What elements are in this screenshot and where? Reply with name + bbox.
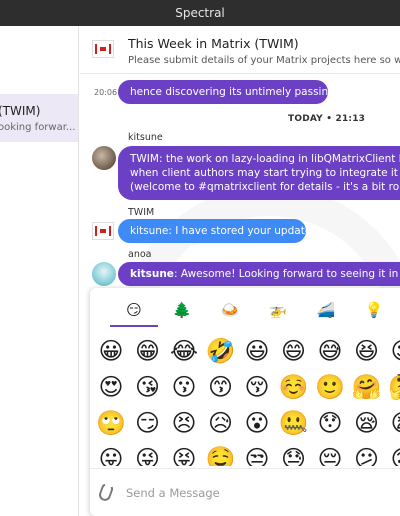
emoji-button[interactable]: 😁 <box>131 334 165 368</box>
helicopter-icon[interactable]: 🚁 <box>264 298 292 322</box>
train-icon[interactable]: 🚄 <box>312 298 340 322</box>
emoji-button[interactable]: 😉 <box>386 334 400 368</box>
message-text: : Awesome! Looking forward to seeing it … <box>173 268 400 280</box>
emoji-button[interactable]: 😀 <box>94 334 128 368</box>
emoji-button[interactable]: 🙂 <box>313 370 347 404</box>
message-bubble[interactable]: TWIM: the work on lazy-loading in libQMa… <box>118 146 400 200</box>
sender-name[interactable]: kitsune <box>128 132 163 143</box>
message-input[interactable] <box>126 483 396 503</box>
emoji-button[interactable]: 😜 <box>131 442 165 466</box>
emoji-button[interactable]: 😪 <box>350 406 384 440</box>
emoji-button[interactable]: 😄 <box>277 334 311 368</box>
avatar[interactable] <box>92 262 116 286</box>
emoji-button[interactable]: 😓 <box>277 442 311 466</box>
sender-name[interactable]: TWIM <box>128 207 154 218</box>
smiling-face-icon[interactable]: 😏 <box>120 298 148 322</box>
room-preview: ooking forwar... <box>0 122 76 133</box>
emoji-button[interactable]: 🤤 <box>204 442 238 466</box>
emoji-button[interactable]: 😥 <box>204 406 238 440</box>
day-divider: TODAY • 21:13 <box>288 114 366 124</box>
emoji-button[interactable]: 😛 <box>94 442 128 466</box>
message-bubble[interactable]: kitsune: Awesome! Looking forward to see… <box>118 262 400 286</box>
emoji-button[interactable]: 😏 <box>131 406 165 440</box>
paperclip-icon[interactable] <box>97 481 115 503</box>
emoji-picker: 😏🌲🍛🚁🚄💡 😀😁😂🤣😃😄😅😆😉😍😘😗😙😚☺️🙂🤗🤔🙄😏😣😥😮🤐😯😪😫😛😜😝🤤😒… <box>90 288 400 516</box>
message-line: (welcome to #qmatrixclient for details -… <box>130 181 400 193</box>
emoji-button[interactable]: 😔 <box>313 442 347 466</box>
emoji-button[interactable]: 😍 <box>94 370 128 404</box>
room-topic: Please submit details of your Matrix pro… <box>128 55 400 66</box>
evergreen-tree-icon[interactable]: 🌲 <box>168 298 196 322</box>
emoji-button[interactable]: 😕 <box>350 442 384 466</box>
message-bubble[interactable]: kitsune: I have stored your update. <box>118 219 306 243</box>
light-bulb-icon[interactable]: 💡 <box>360 298 388 322</box>
emoji-button[interactable]: 😅 <box>313 334 347 368</box>
emoji-button[interactable]: 🤗 <box>350 370 384 404</box>
emoji-button[interactable]: 😚 <box>240 370 274 404</box>
message-composer <box>90 468 400 516</box>
user-mention[interactable]: kitsune <box>130 268 174 280</box>
emoji-button[interactable]: 😯 <box>313 406 347 440</box>
emoji-button[interactable]: 🤣 <box>204 334 238 368</box>
room-header: This Week in Matrix (TWIM) Please submit… <box>80 26 400 74</box>
active-category-indicator <box>110 325 158 327</box>
emoji-grid: 😀😁😂🤣😃😄😅😆😉 😍😘😗😙😚☺️🙂🤗🤔 🙄😏😣😥😮🤐😯😪😫 😛😜😝🤤😒😓😔😕🙃 <box>90 334 400 466</box>
emoji-button[interactable]: 😃 <box>240 334 274 368</box>
room-title: This Week in Matrix (TWIM) <box>128 36 299 51</box>
emoji-button[interactable]: 😆 <box>350 334 384 368</box>
window-title: Spectral <box>0 0 400 26</box>
emoji-button[interactable]: 😝 <box>167 442 201 466</box>
avatar[interactable] <box>92 146 116 170</box>
room-view: This Week in Matrix (TWIM) Please submit… <box>80 26 400 516</box>
emoji-category-tabs: 😏 🌲 🍛 🚁 🚄 💡 <box>90 288 400 330</box>
message-line: when client authors may start trying to … <box>130 167 400 179</box>
emoji-button[interactable]: 😒 <box>240 442 274 466</box>
message-line: TWIM: the work on lazy-loading in libQMa… <box>130 153 400 165</box>
avatar[interactable] <box>92 222 114 240</box>
emoji-button[interactable]: 😂 <box>167 334 201 368</box>
emoji-button[interactable]: 😫 <box>386 406 400 440</box>
emoji-button[interactable]: 😘 <box>131 370 165 404</box>
sidebar-item-twim[interactable]: (TWIM) ooking forwar... <box>0 94 78 142</box>
emoji-button[interactable]: 🙄 <box>94 406 128 440</box>
sender-name[interactable]: anoa <box>128 249 151 260</box>
emoji-button[interactable]: 😙 <box>204 370 238 404</box>
emoji-button[interactable]: 😗 <box>167 370 201 404</box>
emoji-button[interactable]: ☺️ <box>277 370 311 404</box>
message-bubble[interactable]: hence discovering its untimely passing <box>118 80 328 104</box>
food-plate-icon[interactable]: 🍛 <box>216 298 244 322</box>
emoji-button[interactable]: 😣 <box>167 406 201 440</box>
room-list-sidebar: (TWIM) ooking forwar... <box>0 26 79 516</box>
emoji-button[interactable]: 🙃 <box>386 442 400 466</box>
emoji-button[interactable]: 😮 <box>240 406 274 440</box>
message-timestamp: 20:06 <box>94 88 118 97</box>
emoji-button[interactable]: 🤐 <box>277 406 311 440</box>
room-avatar[interactable] <box>92 40 114 58</box>
emoji-button[interactable]: 🤔 <box>386 370 400 404</box>
room-name: (TWIM) <box>0 104 41 118</box>
